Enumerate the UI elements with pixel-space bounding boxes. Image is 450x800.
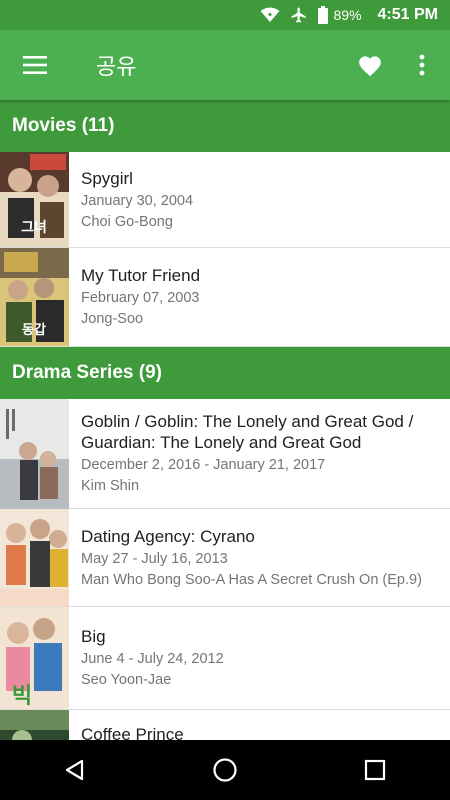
item-title: Big (81, 627, 106, 646)
item-title: Dating Agency: Cyrano (81, 526, 255, 546)
item-date: January 30, 2004 (81, 192, 194, 209)
poster-image (0, 509, 69, 606)
list-item[interactable]: Coffee Prince (0, 710, 450, 740)
back-icon (65, 759, 84, 781)
airplane-icon (290, 6, 308, 24)
item-date: June 4 - July 24, 2012 (81, 651, 224, 667)
item-text: Coffee Prince (69, 710, 194, 740)
item-title: Goblin / Goblin: The Lonely and Great Go… (81, 412, 414, 452)
home-button[interactable] (195, 740, 255, 800)
item-text: Big June 4 - July 24, 2012 Seo Yoon-Jae (69, 607, 234, 709)
svg-text:그녀: 그녀 (21, 219, 47, 236)
recents-button[interactable] (345, 740, 405, 800)
app-bar: 공유 (0, 30, 450, 100)
home-icon (213, 758, 237, 782)
item-date: February 07, 2003 (81, 290, 200, 306)
recents-icon (364, 759, 386, 781)
system-nav-bar (0, 740, 450, 800)
list-item[interactable]: 빅 Big June 4 - July 24, 2012 Seo Yoon-Ja… (0, 607, 450, 710)
favorite-button[interactable] (352, 48, 388, 82)
item-role: Man Who Bong Soo-A Has A Secret Crush On… (81, 571, 422, 588)
poster-image: 빅 (0, 607, 69, 709)
clock: 4:51 PM (377, 6, 438, 23)
more-options-button[interactable] (408, 48, 436, 82)
poster-image (0, 399, 69, 509)
item-date: December 2, 2016 - January 21, 2017 (81, 457, 326, 473)
more-vert-icon (419, 54, 425, 76)
page-title: 공유 (96, 55, 137, 80)
list-item[interactable]: 그녀 Spygirl January 30, 2004 Choi Go-Bong (0, 152, 450, 248)
item-role: Seo Yoon-Jae (81, 672, 172, 688)
battery-percent: 89% (333, 7, 362, 23)
heart-icon (359, 56, 381, 77)
item-title: Coffee Prince (81, 725, 184, 740)
status-bar: 89% 4:51 PM (0, 0, 450, 30)
item-text: Goblin / Goblin: The Lonely and Great Go… (69, 399, 450, 508)
section-header-movies: Movies (11) (0, 100, 450, 152)
list-item[interactable]: 동갑 My Tutor Friend February 07, 2003 Jon… (0, 248, 450, 347)
item-text: Spygirl January 30, 2004 Choi Go-Bong (69, 152, 203, 247)
item-text: Dating Agency: Cyrano May 27 - July 16, … (69, 509, 432, 606)
item-role: Choi Go-Bong (81, 213, 173, 230)
content-list[interactable]: Movies (11) 그녀 Spygirl January 30, 2004 … (0, 100, 450, 740)
poster-image: 동갑 (0, 248, 69, 346)
item-text: My Tutor Friend February 07, 2003 Jong-S… (69, 248, 210, 346)
poster-image: 그녀 (0, 152, 69, 247)
poster-image (0, 710, 69, 740)
battery-icon (317, 6, 328, 24)
menu-button[interactable] (16, 50, 54, 80)
list-item[interactable]: Goblin / Goblin: The Lonely and Great Go… (0, 399, 450, 509)
list-item[interactable]: Dating Agency: Cyrano May 27 - July 16, … (0, 509, 450, 607)
svg-text:동갑: 동갑 (22, 322, 46, 338)
back-button[interactable] (45, 740, 105, 800)
wifi-icon (260, 7, 280, 23)
item-title: Spygirl (81, 168, 133, 188)
menu-icon (23, 56, 47, 74)
svg-text:빅: 빅 (12, 684, 32, 709)
item-role: Jong-Soo (81, 311, 144, 327)
item-title: My Tutor Friend (81, 266, 201, 285)
item-role: Kim Shin (81, 478, 140, 494)
item-date: May 27 - July 16, 2013 (81, 550, 228, 567)
section-header-drama-series: Drama Series (9) (0, 347, 450, 399)
